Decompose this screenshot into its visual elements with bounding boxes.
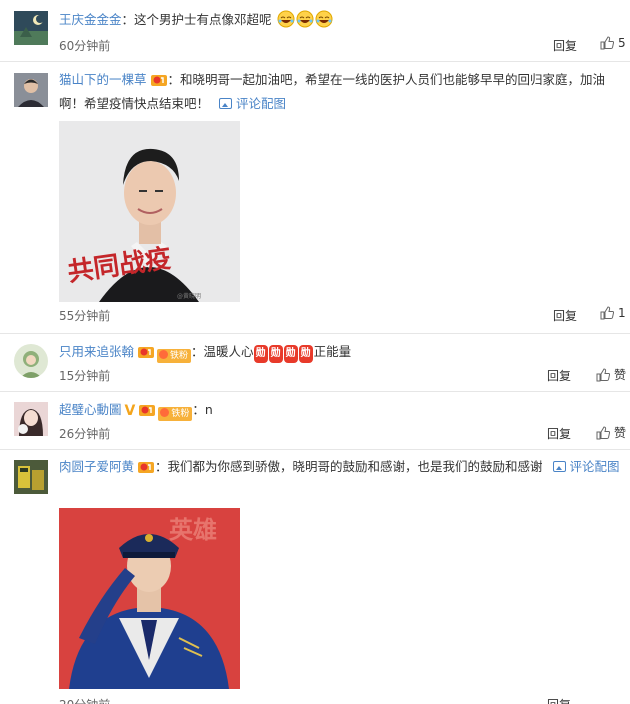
username-link[interactable]: 王庆金金金: [59, 12, 122, 27]
username-link[interactable]: 肉圆子爱阿黄: [59, 459, 134, 474]
thumbs-up-icon: [600, 36, 615, 50]
like-label: 赞: [614, 426, 627, 440]
username-link[interactable]: 猫山下的一棵草: [59, 72, 147, 87]
reply-button[interactable]: 回复: [547, 425, 571, 442]
fan-badge: 铁粉: [157, 349, 192, 363]
comment-time: 20分钟前: [59, 696, 110, 704]
username-link[interactable]: 超璧心動圖: [59, 402, 122, 417]
avatar[interactable]: [14, 344, 48, 378]
image-caption: 英雄: [169, 515, 217, 544]
sticker-emoji: 勋: [268, 345, 283, 363]
like-label: 赞: [614, 368, 627, 382]
sticker-emoji: 勋: [283, 345, 298, 363]
comment-item: 猫山下的一棵草 ：和晓明哥一起加油吧，希望在一线的医护人员们也能够早早的回归家庭，…: [0, 62, 630, 334]
comment-content: 王庆金金金：这个男护士有点像邓超呢: [59, 8, 624, 32]
like-button[interactable]: 赞: [596, 424, 626, 441]
comment-item: 王庆金金金：这个男护士有点像邓超呢 60分钟前 回复 5: [0, 0, 630, 62]
comment-content: 猫山下的一棵草 ：和晓明哥一起加油吧，希望在一线的医护人员们也能够早早的回归家庭，…: [59, 72, 606, 111]
badge-icon: [139, 405, 156, 416]
reply-button[interactable]: 回复: [553, 37, 577, 54]
thumbs-up-icon: [596, 426, 611, 440]
fan-badge-icon: [159, 350, 169, 359]
comment-text: n: [204, 402, 213, 417]
sticker-emoji: 勋: [253, 345, 268, 363]
comment-image-link[interactable]: 评论配图: [552, 459, 620, 474]
thumbs-up-icon: [600, 306, 615, 320]
comment-item: 肉圆子爱阿黄 ：我们都为你感到骄傲，晓明哥的鼓励和感谢，也是我们的鼓励和感谢 评论配…: [0, 450, 630, 704]
badge-icon: [138, 347, 155, 358]
comment-text: 这个男护士有点像邓超呢: [134, 12, 272, 27]
avatar[interactable]: [14, 402, 48, 436]
comment-feed: 王庆金金金：这个男护士有点像邓超呢 60分钟前 回复 5 猫山下的一棵草 ：和晓明…: [0, 0, 630, 704]
image-icon: [552, 461, 566, 472]
badge-icon: [138, 462, 155, 473]
laughing-emoji-icon: [315, 10, 333, 28]
reply-button[interactable]: 回复: [547, 696, 571, 704]
laughing-emoji-icon: [296, 10, 314, 28]
comment-text: 我们都为你感到骄傲，晓明哥的鼓励和感谢，也是我们的鼓励和感谢: [167, 459, 543, 474]
like-count: 5: [618, 36, 626, 50]
thumbs-up-icon: [596, 368, 611, 382]
sticker-emoji: 勋: [298, 345, 313, 363]
comment-content: 超璧心動圖 V 铁粉 ：n: [59, 398, 624, 423]
like-button[interactable]: 1: [600, 306, 626, 320]
comment-time: 15分钟前: [59, 369, 111, 383]
laughing-emoji-icon: [277, 10, 295, 28]
avatar[interactable]: [14, 460, 48, 494]
badge-icon: [150, 75, 167, 86]
reply-button[interactable]: 回复: [553, 307, 577, 324]
image-watermark: @黄晓明: [177, 292, 201, 300]
avatar[interactable]: [14, 73, 48, 107]
comment-time: 60分钟前: [59, 39, 111, 53]
comment-image[interactable]: 共同战疫 @黄晓明: [59, 121, 240, 302]
comment-text: 温暖人心: [203, 344, 254, 359]
verified-v-icon: V: [124, 403, 136, 419]
like-button[interactable]: 5: [600, 36, 626, 50]
comment-image-link[interactable]: 评论配图: [219, 96, 286, 111]
like-button[interactable]: 赞: [596, 366, 626, 383]
image-icon: [219, 98, 233, 109]
reply-button[interactable]: 回复: [547, 367, 571, 384]
comment-image[interactable]: 英雄: [59, 508, 240, 689]
comment-item: 超璧心動圖 V 铁粉 ：n 26分钟前 回复 赞: [0, 392, 630, 450]
fan-badge: 铁粉: [158, 407, 193, 421]
comment-time: 26分钟前: [59, 427, 111, 441]
comment-time: 55分钟前: [59, 309, 111, 323]
comment-content: 肉圆子爱阿黄 ：我们都为你感到骄傲，晓明哥的鼓励和感谢，也是我们的鼓励和感谢 评论配…: [59, 459, 620, 474]
comment-content: 只用来追张翰 铁粉 ：温暖人心勋勋勋勋正能量: [59, 344, 352, 363]
comment-item: 只用来追张翰 铁粉 ：温暖人心勋勋勋勋正能量 15分钟前 回复 赞: [0, 334, 630, 392]
username-link[interactable]: 只用来追张翰: [59, 344, 134, 359]
like-count: 1: [618, 306, 626, 320]
comment-text: 正能量: [313, 344, 352, 359]
fan-badge-icon: [160, 408, 170, 417]
avatar[interactable]: [14, 11, 48, 45]
